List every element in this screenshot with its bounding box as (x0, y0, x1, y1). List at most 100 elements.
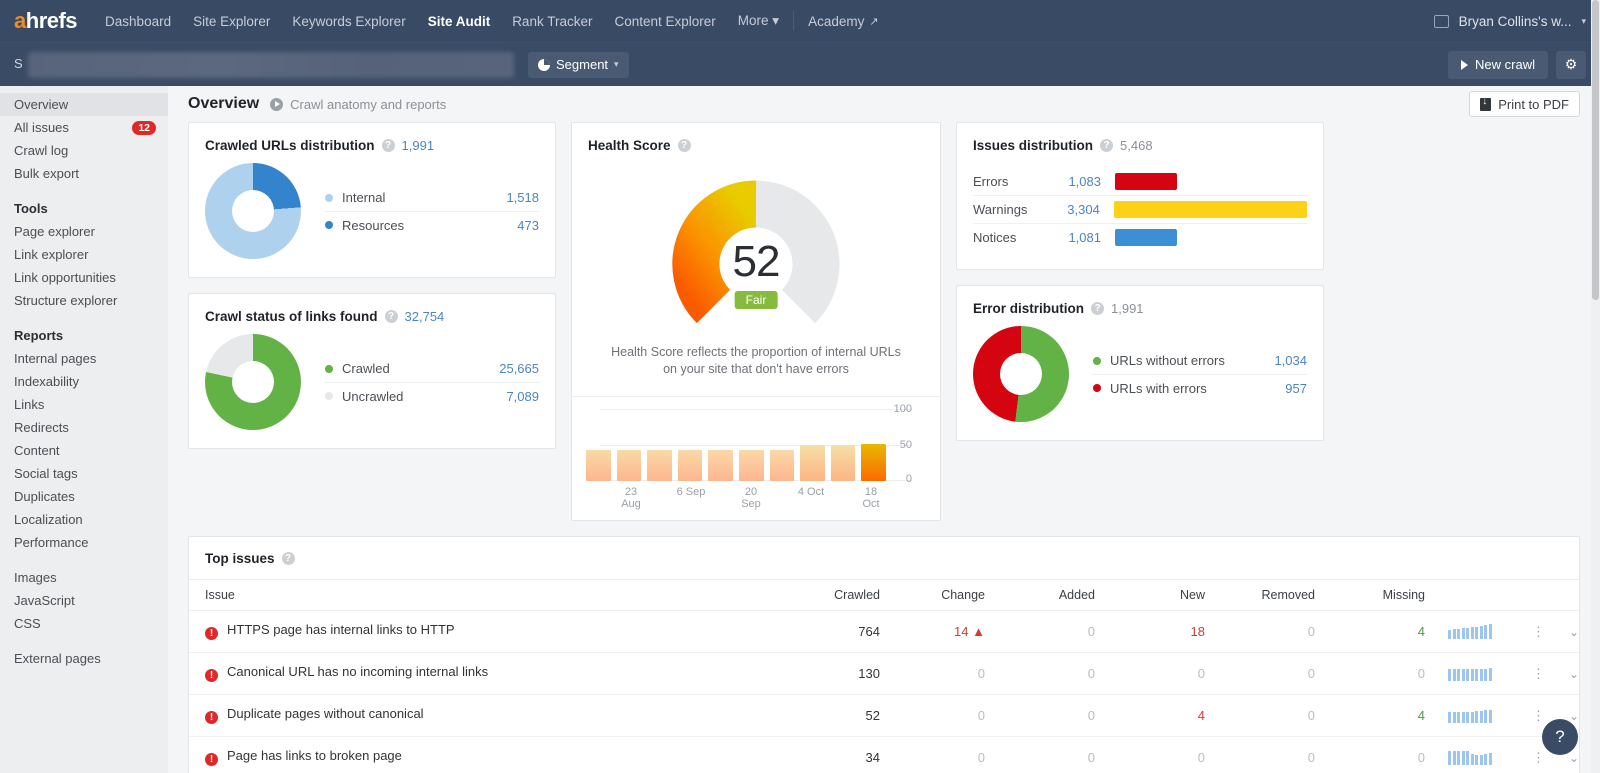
legend-value[interactable]: 473 (517, 218, 539, 233)
row-expand-cell[interactable]: ⌄ (1545, 652, 1579, 695)
nav-academy[interactable]: Academy ↗ (808, 14, 879, 29)
legend-value[interactable]: 1,518 (506, 190, 539, 205)
new-cell[interactable]: 4 (1095, 694, 1205, 737)
print-to-pdf-button[interactable]: Print to PDF (1469, 91, 1580, 117)
issue-name-cell[interactable]: ! Page has links to broken page (189, 736, 790, 773)
more-options-icon[interactable]: ⋮ (1532, 624, 1545, 639)
help-icon[interactable]: ? (1091, 302, 1104, 315)
page-scrollbar-thumb[interactable] (1592, 0, 1599, 300)
sidebar-item-crawl-log[interactable]: Crawl log (0, 139, 168, 162)
help-icon[interactable]: ? (281, 551, 295, 565)
more-options-icon[interactable]: ⋮ (1532, 750, 1545, 765)
history-bar[interactable] (861, 443, 886, 481)
sidebar-item-content[interactable]: Content (0, 439, 168, 462)
crawled-cell[interactable]: 130 (790, 652, 880, 695)
nav-item-site-audit[interactable]: Site Audit (428, 14, 491, 29)
help-icon[interactable]: ? (384, 310, 398, 323)
help-icon[interactable]: ? (677, 139, 691, 152)
more-options-icon[interactable]: ⋮ (1532, 666, 1545, 681)
nav-item-content-explorer[interactable]: Content Explorer (614, 14, 715, 29)
new-cell[interactable]: 18 (1095, 610, 1205, 653)
history-bar[interactable] (708, 449, 733, 481)
chevron-down-icon[interactable]: ⌄ (1569, 625, 1579, 639)
sidebar-item-links[interactable]: Links (0, 393, 168, 416)
nav-item-keywords-explorer[interactable]: Keywords Explorer (292, 14, 405, 29)
missing-cell[interactable]: 4 (1315, 610, 1425, 653)
issue-count[interactable]: 1,083 (1047, 174, 1115, 189)
table-row[interactable]: ! Duplicate pages without canonical 52 0 0 4 0… (189, 694, 1579, 737)
account-name[interactable]: Bryan Collins's w... (1459, 14, 1572, 29)
legend-value[interactable]: 957 (1285, 381, 1307, 396)
column-header-removed[interactable]: Removed (1205, 578, 1315, 611)
issue-count[interactable]: 3,304 (1046, 202, 1114, 217)
chevron-down-icon[interactable]: ▾ (1581, 16, 1586, 27)
change-cell[interactable]: 14 ▲ (880, 610, 985, 653)
column-header-missing[interactable]: Missing (1315, 578, 1425, 611)
nav-item-dashboard[interactable]: Dashboard (105, 14, 171, 29)
change-cell[interactable]: 0 (880, 736, 985, 773)
chevron-down-icon[interactable]: ⌄ (1569, 667, 1579, 681)
history-bar[interactable] (830, 444, 856, 481)
sidebar-item-external-pages[interactable]: External pages (0, 647, 168, 670)
sidebar-item-internal-pages[interactable]: Internal pages (0, 347, 168, 370)
table-row[interactable]: ! Page has links to broken page 34 0 0 0 0 0 ⋮ ⌄ (189, 736, 1579, 773)
removed-cell[interactable]: 0 (1205, 736, 1315, 773)
history-bar[interactable] (769, 449, 795, 481)
issue-name-cell[interactable]: ! Duplicate pages without canonical (189, 694, 790, 737)
history-bar[interactable] (738, 449, 764, 481)
sidebar-item-structure-explorer[interactable]: Structure explorer (0, 289, 168, 312)
issue-name-cell[interactable]: ! HTTPS page has internal links to HTTP (189, 610, 790, 653)
new-cell[interactable]: 0 (1095, 736, 1205, 773)
sidebar-item-localization[interactable]: Localization (0, 508, 168, 531)
sidebar-item-social-tags[interactable]: Social tags (0, 462, 168, 485)
added-cell[interactable]: 0 (985, 610, 1095, 653)
history-bar[interactable] (586, 449, 611, 481)
search-input-blurred[interactable] (28, 51, 514, 78)
monitor-icon[interactable] (1433, 14, 1449, 28)
column-header-issue[interactable]: Issue (189, 578, 790, 611)
help-floating-button[interactable]: ? (1542, 719, 1578, 755)
column-header-added[interactable]: Added (985, 578, 1095, 611)
change-cell[interactable]: 0 (880, 694, 985, 737)
sidebar-item-performance[interactable]: Performance (0, 531, 168, 554)
missing-cell[interactable]: 4 (1315, 694, 1425, 737)
missing-cell[interactable]: 0 (1315, 736, 1425, 773)
ahrefs-logo[interactable]: ahrefs (14, 8, 78, 34)
removed-cell[interactable]: 0 (1205, 610, 1315, 653)
chevron-down-icon[interactable]: ⌄ (1569, 751, 1579, 765)
row-menu-cell[interactable]: ⋮ (1515, 694, 1545, 737)
history-bar[interactable] (800, 444, 825, 481)
history-bar[interactable] (647, 449, 672, 481)
added-cell[interactable]: 0 (985, 736, 1095, 773)
row-menu-cell[interactable]: ⋮ (1515, 652, 1545, 695)
column-header-crawled[interactable]: Crawled (790, 578, 880, 611)
column-header-change[interactable]: Change (880, 578, 985, 611)
nav-item-rank-tracker[interactable]: Rank Tracker (512, 14, 592, 29)
help-icon[interactable]: ? (381, 139, 395, 152)
sidebar-item-bulk-export[interactable]: Bulk export (0, 162, 168, 185)
help-icon[interactable]: ? (1100, 139, 1114, 152)
legend-value[interactable]: 1,034 (1274, 353, 1307, 368)
legend-value[interactable]: 25,665 (499, 361, 539, 376)
crawled-cell[interactable]: 764 (790, 610, 880, 653)
issue-name-cell[interactable]: ! Canonical URL has no incoming internal … (189, 652, 790, 695)
new-crawl-button[interactable]: New crawl (1448, 50, 1548, 79)
page-scrollbar-track[interactable] (1591, 0, 1600, 773)
sidebar-item-overview[interactable]: Overview (0, 93, 168, 116)
row-menu-cell[interactable]: ⋮ (1515, 736, 1545, 773)
segment-dropdown[interactable]: Segment ▾ (528, 51, 629, 78)
row-menu-cell[interactable]: ⋮ (1515, 610, 1545, 653)
sidebar-item-css[interactable]: CSS (0, 612, 168, 635)
sidebar-item-redirects[interactable]: Redirects (0, 416, 168, 439)
nav-item-site-explorer[interactable]: Site Explorer (193, 14, 270, 29)
legend-value[interactable]: 7,089 (506, 389, 539, 404)
more-options-icon[interactable]: ⋮ (1532, 708, 1545, 723)
removed-cell[interactable]: 0 (1205, 694, 1315, 737)
project-search-field[interactable]: S (14, 51, 514, 78)
nav-item-more[interactable]: More ▾ (738, 13, 779, 29)
sidebar-item-all-issues[interactable]: All issues 12 (0, 116, 168, 139)
removed-cell[interactable]: 0 (1205, 652, 1315, 695)
sidebar-item-link-explorer[interactable]: Link explorer (0, 243, 168, 266)
column-header-new[interactable]: New (1095, 578, 1205, 611)
sidebar-item-indexability[interactable]: Indexability (0, 370, 168, 393)
